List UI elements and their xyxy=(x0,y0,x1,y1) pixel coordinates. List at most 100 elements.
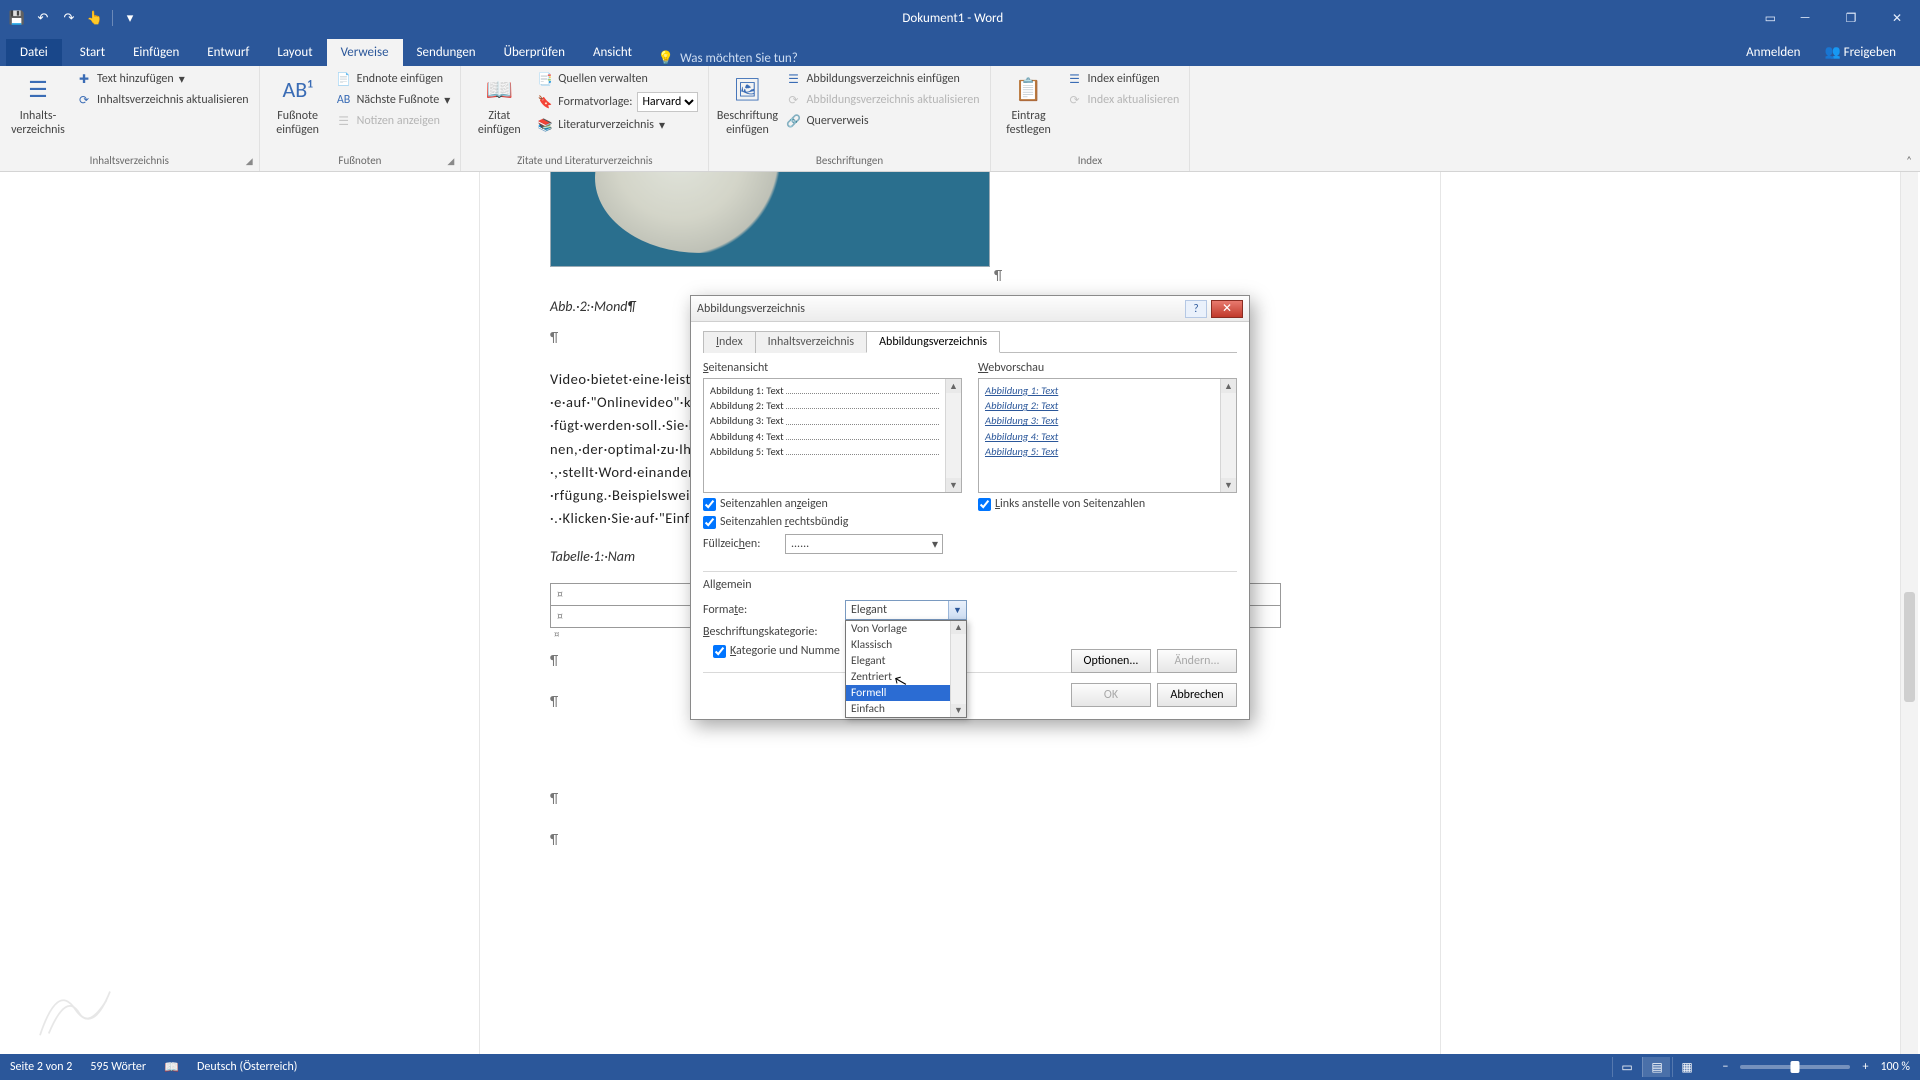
citation-style-select[interactable]: 🔖 Formatvorlage: Harvard xyxy=(535,91,700,113)
include-label-checkbox[interactable] xyxy=(713,645,726,658)
ribbon-display-options-icon[interactable]: ▭ xyxy=(1759,11,1782,26)
save-icon[interactable]: 💾 xyxy=(6,7,28,29)
options-button[interactable]: Optionen... xyxy=(1071,649,1151,673)
formats-option[interactable]: Von Vorlage xyxy=(846,621,966,637)
spellcheck-icon[interactable]: 📖 xyxy=(164,1060,179,1075)
dialog-tab-index[interactable]: IndeIndexx xyxy=(703,331,756,353)
tab-start[interactable]: Start xyxy=(66,39,119,66)
chevron-down-icon[interactable]: ▼ xyxy=(948,601,966,619)
web-preview-box: Abbildung 1: TextAbbildung 2: TextAbbild… xyxy=(978,378,1237,493)
sign-in-button[interactable]: Anmelden xyxy=(1740,39,1806,66)
tab-leader-select[interactable]: ......▾ xyxy=(785,534,943,554)
tab-view[interactable]: Ansicht xyxy=(579,39,646,66)
insert-endnote-button[interactable]: 📄Endnote einfügen xyxy=(334,70,453,88)
tab-file[interactable]: Datei xyxy=(6,39,62,66)
document-image[interactable] xyxy=(550,172,990,267)
redo-icon[interactable]: ↷ xyxy=(58,7,80,29)
preview-scrollbar[interactable]: ▲▼ xyxy=(1220,379,1236,492)
toc-dialog-launcher-icon[interactable]: ◢ xyxy=(246,156,253,167)
web-layout-icon[interactable]: ▦ xyxy=(1672,1057,1700,1077)
tab-layout[interactable]: Layout xyxy=(263,39,326,66)
minimize-icon[interactable]: — xyxy=(1782,4,1828,32)
hyperlinks-label: Links anstelle von SeitenzahlenLinks ans… xyxy=(995,497,1145,511)
scrollbar-thumb[interactable] xyxy=(1904,592,1915,702)
refresh-icon: ⟳ xyxy=(76,92,92,108)
tab-insert[interactable]: Einfügen xyxy=(119,39,193,66)
qat-customize-icon[interactable]: ▾ xyxy=(119,7,141,29)
formats-option[interactable]: Zentriert xyxy=(846,669,966,685)
zoom-in-icon[interactable]: + xyxy=(1858,1060,1872,1074)
read-mode-icon[interactable]: ▭ xyxy=(1612,1057,1640,1077)
tab-review[interactable]: Überprüfen xyxy=(490,39,579,66)
group-toc: ☰ Inhalts- verzeichnis ✚Text hinzufügen … xyxy=(0,66,260,171)
dialog-tab-tof[interactable]: Abbildungsverzeichnis xyxy=(866,331,1000,353)
right-align-checkbox[interactable] xyxy=(703,516,716,529)
formats-combo[interactable]: Elegant ▼ xyxy=(845,600,967,620)
page-indicator[interactable]: Seite 2 von 2 xyxy=(10,1060,72,1074)
view-switcher: ▭ ▤ ▦ xyxy=(1612,1057,1700,1077)
tab-references[interactable]: Verweise xyxy=(327,39,403,66)
maximize-icon[interactable]: ❐ xyxy=(1828,4,1874,32)
dialog-titlebar[interactable]: Abbildungsverzeichnis ? ✕ xyxy=(691,296,1249,322)
bibliography-button[interactable]: 📚Literaturverzeichnis ▾ xyxy=(535,116,700,134)
show-notes-icon: ☰ xyxy=(336,113,352,129)
table-of-figures-dialog: Abbildungsverzeichnis ? ✕ IndeIndexx Inh… xyxy=(690,295,1250,720)
preview-scrollbar[interactable]: ▲▼ xyxy=(945,379,961,492)
insert-tof-button[interactable]: ☰Abbildungsverzeichnis einfügen xyxy=(783,70,981,88)
right-align-label: Seitenzahlen rechtsbündigSeitenzahlen re… xyxy=(720,515,848,529)
print-layout-icon[interactable]: ▤ xyxy=(1642,1057,1670,1077)
insert-footnote-button[interactable]: AB¹ Fußnote einfügen xyxy=(268,70,328,152)
tell-me-search[interactable]: 💡 Was möchten Sie tun? xyxy=(658,51,798,66)
cancel-button[interactable]: Abbrechen xyxy=(1157,683,1237,707)
moon-graphic xyxy=(595,172,805,253)
dialog-tab-toc[interactable]: Inhaltsverzeichnis xyxy=(755,331,867,353)
include-label-label: Kategorie und NummeKategorie und Nummer xyxy=(730,644,840,658)
manage-sources-button[interactable]: 📑Quellen verwalten xyxy=(535,70,700,88)
hyperlinks-checkbox[interactable] xyxy=(978,498,991,511)
tell-me-placeholder: Was möchten Sie tun? xyxy=(680,51,798,66)
modify-button: Ändern... xyxy=(1157,649,1237,673)
toc-icon: ☰ xyxy=(22,74,54,106)
word-count[interactable]: 595 Wörter xyxy=(90,1060,146,1074)
xref-icon: 🔗 xyxy=(785,113,801,129)
vertical-scrollbar[interactable] xyxy=(1900,172,1918,1054)
formats-option[interactable]: Elegant xyxy=(846,653,966,669)
next-footnote-button[interactable]: ABNächste Fußnote ▾ xyxy=(334,91,453,109)
dialog-close-icon[interactable]: ✕ xyxy=(1211,300,1243,318)
mark-entry-button[interactable]: 📋 Eintrag festlegen xyxy=(999,70,1059,152)
zoom-out-icon[interactable]: − xyxy=(1718,1060,1732,1074)
insert-caption-button[interactable]: 🖼 Beschriftung einfügen xyxy=(717,70,777,152)
show-page-numbers-checkbox[interactable] xyxy=(703,498,716,511)
insert-index-button[interactable]: ☰Index einfügen xyxy=(1065,70,1182,88)
zoom-slider[interactable] xyxy=(1740,1065,1850,1069)
dialog-help-icon[interactable]: ? xyxy=(1185,300,1207,318)
cross-reference-button[interactable]: 🔗Querverweis xyxy=(783,112,981,130)
update-toc-button[interactable]: ⟳Inhaltsverzeichnis aktualisieren xyxy=(74,91,251,109)
quick-access-toolbar: 💾 ↶ ↷ 👆 ▾ xyxy=(0,7,147,29)
toc-button[interactable]: ☰ Inhalts- verzeichnis xyxy=(8,70,68,152)
show-page-numbers-label: Seitenzahlen anzeigenSeitenzahlen anzeig… xyxy=(720,497,828,511)
citation-style-dropdown[interactable]: Harvard xyxy=(637,92,698,112)
footnotes-dialog-launcher-icon[interactable]: ◢ xyxy=(447,156,454,167)
undo-icon[interactable]: ↶ xyxy=(32,7,54,29)
add-text-button[interactable]: ✚Text hinzufügen ▾ xyxy=(74,70,251,88)
zoom-percent[interactable]: 100 % xyxy=(1880,1060,1910,1074)
zoom-slider-knob[interactable] xyxy=(1791,1061,1800,1073)
formats-option[interactable]: Klassisch xyxy=(846,637,966,653)
group-captions: 🖼 Beschriftung einfügen ☰Abbildungsverze… xyxy=(709,66,990,171)
ribbon-tabs: Datei Start Einfügen Entwurf Layout Verw… xyxy=(0,36,1920,66)
tab-design[interactable]: Entwurf xyxy=(193,39,263,66)
collapse-ribbon-icon[interactable]: ˄ xyxy=(1906,154,1912,167)
close-icon[interactable]: ✕ xyxy=(1874,4,1920,32)
share-button[interactable]: 👥 Freigeben xyxy=(1818,39,1902,66)
tab-mailings[interactable]: Sendungen xyxy=(403,39,490,66)
group-citations: 📖 Zitat einfügen 📑Quellen verwalten 🔖 Fo… xyxy=(461,66,709,171)
group-label: Inhaltsverzeichnis xyxy=(90,154,169,167)
page-preview-label: SeitenanSeitenansichtsicht xyxy=(703,361,962,375)
formats-option[interactable]: Formell xyxy=(846,685,966,701)
insert-citation-button[interactable]: 📖 Zitat einfügen xyxy=(469,70,529,152)
language-indicator[interactable]: Deutsch (Österreich) xyxy=(197,1060,297,1074)
touch-mode-icon[interactable]: 👆 xyxy=(84,7,106,29)
formats-dropdown-list: ▲▼ Von VorlageKlassischElegantZentriertF… xyxy=(845,620,967,718)
formats-option[interactable]: Einfach xyxy=(846,701,966,717)
